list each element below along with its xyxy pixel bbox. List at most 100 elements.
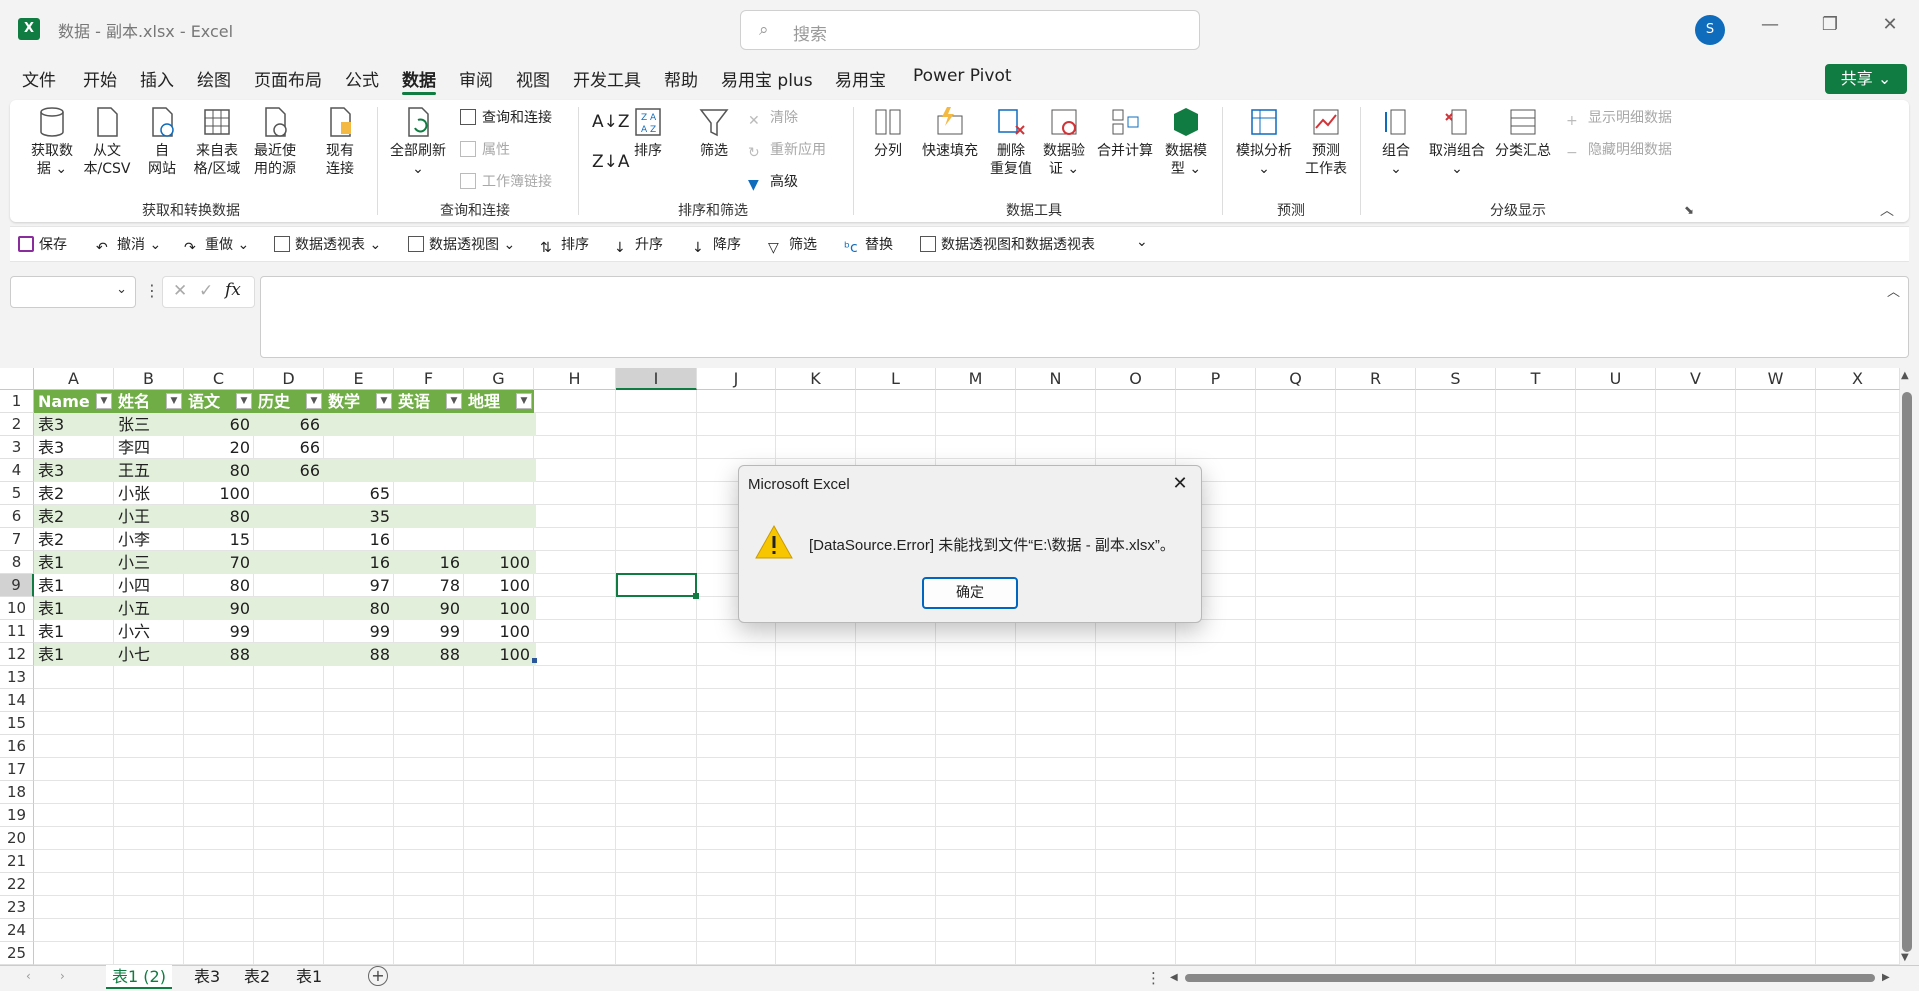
forecast-sheet-button[interactable]: 预测 工作表: [1300, 106, 1352, 178]
column-header-s[interactable]: S: [1416, 368, 1496, 390]
column-header-a[interactable]: A: [34, 368, 114, 390]
column-header-t[interactable]: T: [1496, 368, 1576, 390]
from-text-csv-button[interactable]: 从文 本/CSV: [82, 106, 132, 178]
table-cell[interactable]: [394, 482, 464, 505]
scroll-right-icon[interactable]: ▶: [1882, 972, 1890, 983]
row-header[interactable]: 19: [0, 804, 34, 827]
table-cell[interactable]: 王五: [114, 459, 184, 482]
sheet-tab-1[interactable]: 表1: [290, 965, 328, 989]
table-cell[interactable]: [254, 643, 324, 666]
table-cell[interactable]: [464, 459, 534, 482]
table-header-cell[interactable]: 数学 ▼: [324, 390, 394, 413]
pivot-chart-button[interactable]: 数据透视图 ⌄: [408, 234, 515, 254]
table-header-cell[interactable]: Name ▼: [34, 390, 114, 413]
name-box[interactable]: ⌄: [10, 276, 136, 308]
table-header-cell[interactable]: 姓名 ▼: [114, 390, 184, 413]
table-cell[interactable]: 小张: [114, 482, 184, 505]
tab-file[interactable]: 文件: [22, 66, 56, 91]
table-cell[interactable]: 66: [254, 436, 324, 459]
column-header-u[interactable]: U: [1576, 368, 1656, 390]
row-header[interactable]: 25: [0, 942, 34, 965]
save-button[interactable]: 保存: [18, 234, 67, 254]
table-header-cell[interactable]: 历史 ▼: [254, 390, 324, 413]
collapse-formula-icon[interactable]: ︿: [1887, 281, 1900, 300]
table-cell[interactable]: [394, 459, 464, 482]
table-cell[interactable]: [464, 436, 534, 459]
close-icon[interactable]: ✕: [1875, 14, 1905, 35]
scroll-left-icon[interactable]: ◀: [1170, 972, 1178, 983]
column-header-w[interactable]: W: [1736, 368, 1816, 390]
table-cell[interactable]: 李四: [114, 436, 184, 459]
next-sheet-icon[interactable]: ›: [60, 969, 65, 983]
column-header-c[interactable]: C: [184, 368, 254, 390]
tab-yiyongbao-plus[interactable]: 易用宝 plus: [721, 66, 813, 91]
row-header[interactable]: 11: [0, 620, 34, 643]
table-cell[interactable]: 88: [184, 643, 254, 666]
table-cell[interactable]: 99: [324, 620, 394, 643]
table-cell[interactable]: 表2: [34, 482, 114, 505]
table-cell[interactable]: 表1: [34, 551, 114, 574]
table-cell[interactable]: 表2: [34, 505, 114, 528]
row-header[interactable]: 8: [0, 551, 34, 574]
maximize-icon[interactable]: ❐: [1815, 14, 1845, 35]
pivot-chart-table-button[interactable]: 数据透视图和数据透视表: [920, 234, 1095, 254]
table-cell[interactable]: [464, 413, 534, 436]
table-cell[interactable]: 表3: [34, 459, 114, 482]
collapse-ribbon-icon[interactable]: ︿: [1880, 200, 1894, 220]
tab-formulas[interactable]: 公式: [345, 66, 379, 91]
tab-power-pivot[interactable]: Power Pivot: [913, 66, 1012, 86]
from-web-button[interactable]: 自网站: [142, 106, 182, 178]
column-header-l[interactable]: L: [856, 368, 936, 390]
column-header-j[interactable]: J: [697, 368, 776, 390]
get-data-button[interactable]: 获取数据 ⌄: [28, 106, 76, 178]
flash-fill-button[interactable]: 快速填充: [920, 106, 980, 160]
table-cell[interactable]: 小四: [114, 574, 184, 597]
table-cell[interactable]: 16: [324, 528, 394, 551]
table-cell[interactable]: 100: [464, 620, 534, 643]
table-cell[interactable]: 小六: [114, 620, 184, 643]
row-header[interactable]: 21: [0, 850, 34, 873]
table-cell[interactable]: 66: [254, 413, 324, 436]
table-cell[interactable]: 35: [324, 505, 394, 528]
table-cell[interactable]: [254, 505, 324, 528]
filter-dropdown-icon[interactable]: ▼: [376, 393, 392, 409]
add-sheet-icon[interactable]: +: [368, 966, 388, 986]
column-header-n[interactable]: N: [1016, 368, 1096, 390]
column-header-v[interactable]: V: [1656, 368, 1736, 390]
table-cell[interactable]: 表1: [34, 620, 114, 643]
table-cell[interactable]: 100: [464, 643, 534, 666]
column-header-f[interactable]: F: [394, 368, 464, 390]
avatar[interactable]: S: [1695, 15, 1725, 45]
table-cell[interactable]: 100: [464, 597, 534, 620]
text-to-columns-button[interactable]: 分列: [868, 106, 908, 160]
prev-sheet-icon[interactable]: ‹: [26, 969, 31, 983]
group-button[interactable]: 组合 ⌄: [1376, 106, 1416, 178]
data-validation-button[interactable]: 数据验证 ⌄: [1040, 106, 1088, 178]
sort-asc-icon[interactable]: A↓Z: [592, 112, 630, 132]
filter-dropdown-icon[interactable]: ▼: [166, 393, 182, 409]
filter-dropdown-icon[interactable]: ▼: [236, 393, 252, 409]
dialog-close-icon[interactable]: ✕: [1165, 470, 1195, 498]
scroll-up-icon[interactable]: ▲: [1901, 370, 1909, 381]
filter-dropdown-icon[interactable]: ▼: [306, 393, 322, 409]
table-cell[interactable]: 99: [394, 620, 464, 643]
select-all-corner[interactable]: [0, 368, 34, 390]
horizontal-scrollbar[interactable]: [1185, 974, 1875, 982]
row-header[interactable]: 15: [0, 712, 34, 735]
column-header-k[interactable]: K: [776, 368, 856, 390]
existing-connections-button[interactable]: 现有 连接: [318, 106, 362, 178]
table-cell[interactable]: 88: [394, 643, 464, 666]
vertical-scrollbar[interactable]: [1902, 392, 1912, 952]
consolidate-button[interactable]: 合并计算: [1094, 106, 1156, 160]
table-cell[interactable]: 97: [324, 574, 394, 597]
tab-insert[interactable]: 插入: [140, 66, 174, 91]
table-cell[interactable]: 15: [184, 528, 254, 551]
table-cell[interactable]: 80: [184, 505, 254, 528]
row-header[interactable]: 17: [0, 758, 34, 781]
table-cell[interactable]: 65: [324, 482, 394, 505]
table-cell[interactable]: [254, 620, 324, 643]
workbook-links-button[interactable]: 工作簿链接: [460, 171, 552, 191]
confirm-icon[interactable]: ✓: [199, 281, 213, 301]
from-table-button[interactable]: 来自表 格/区域: [190, 106, 244, 178]
filter-dropdown-icon[interactable]: ▼: [446, 393, 462, 409]
